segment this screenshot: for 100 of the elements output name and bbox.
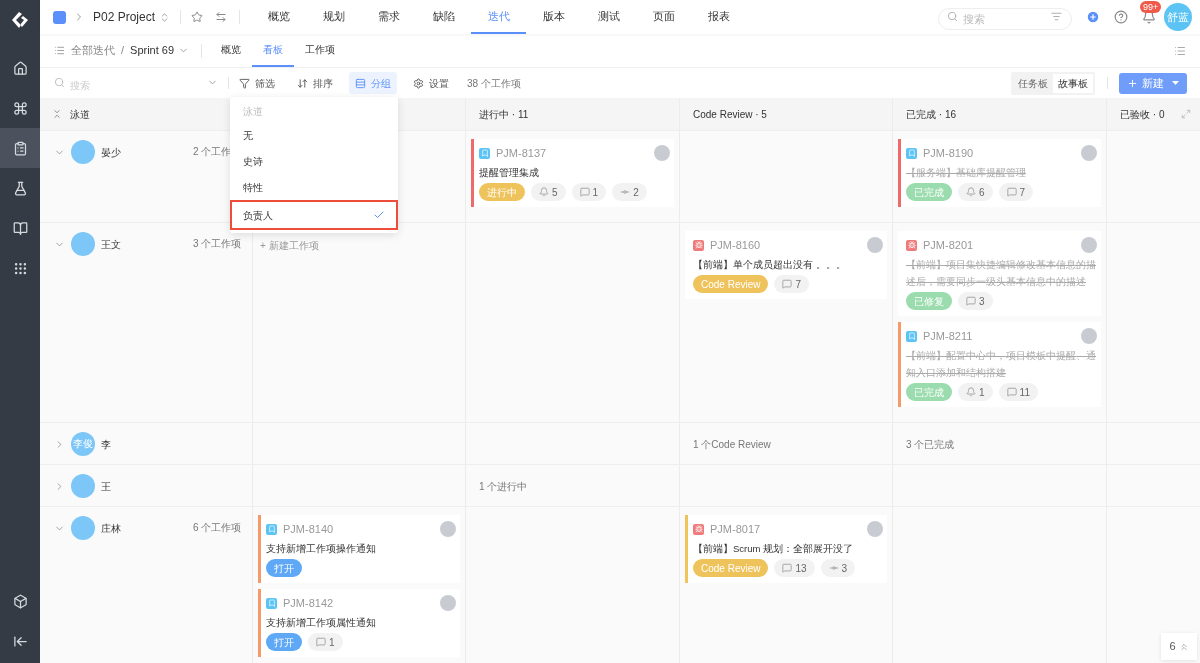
work-item-card[interactable]: PJM-8142 支持新增工作项属性通知 打开 1 [258,589,460,657]
bell-icon[interactable] [1142,10,1156,24]
comment-icon [1006,187,1017,197]
item-title[interactable]: 【前端】单个成员超出没有 。。。 [693,256,883,273]
stat-chip: 1 [571,183,607,201]
bookmark-icon [479,147,490,159]
assignee-avatar [440,595,456,611]
column-header: 进行中 · 11 [479,107,529,122]
menu-item[interactable]: 负责人 [230,200,398,230]
item-title[interactable]: 支持新增工作项属性通知 [266,614,456,631]
comment-icon [1006,387,1017,397]
lane-name: 王 [101,479,111,494]
nav-tab[interactable]: 需求 [361,0,417,34]
column-header: 已完成 · 16 [906,107,956,122]
assignee-avatar [1081,145,1097,161]
toolbar-button[interactable]: 排序 [291,72,339,94]
stat-chip: 11 [998,383,1038,401]
commit-icon [828,563,839,573]
stat-chip: 3 [958,292,993,310]
work-item-card[interactable]: PJM-8137 提醒管理集成 进行中 5 1 2 [471,139,674,207]
view-tab[interactable]: 概览 [210,34,253,67]
book-icon [12,220,28,236]
nav-tab[interactable]: 规划 [306,0,362,34]
menu-item[interactable]: 史诗 [230,148,398,174]
swap-icon[interactable] [215,11,228,23]
home-icon [12,60,28,76]
assignee-avatar [654,145,670,161]
stat-chip: 2 [612,183,647,201]
comment-icon [316,637,326,647]
stat-chip: 7 [774,275,810,293]
toolbar-button[interactable]: 筛选 [233,72,281,94]
command-icon [12,100,28,116]
work-item-card[interactable]: PJM-8140 支持新增工作项操作通知 打开 [258,515,460,583]
assignee-avatar [1081,237,1097,253]
work-item-card[interactable]: PJM-8017 【前端】Scrum 规划：全部展开没了 Code Review 13 3 [685,515,887,583]
assignee-avatar [867,237,883,253]
assignee-avatar [440,521,456,537]
filter-icon [239,77,250,89]
cube-icon [12,593,28,609]
lane-summary: 3 个已完成 [905,438,956,452]
comment-icon [782,563,793,573]
toolbar-button[interactable]: 设置 [407,72,455,94]
bug-icon [693,239,704,251]
bell-icon [966,187,976,197]
stat-chip: 3 [820,559,856,577]
lane-summary: 1 个Code Review [692,438,772,452]
column-header: 泳道 [70,107,90,122]
notification-badge: 99+ [1140,1,1162,13]
sprint-selector[interactable]: Sprint 69 [130,42,190,59]
collapse-all-icon[interactable] [52,109,62,119]
item-title[interactable]: 提醒管理集成 [479,164,670,181]
bookmark-icon [906,330,917,342]
breadcrumb-link[interactable]: 全部迭代 [71,42,115,59]
list-icon [54,45,65,56]
toggle-option[interactable]: 任务板 [1013,73,1053,93]
stat-chip: 6 [958,183,993,201]
assignee-avatar [867,521,883,537]
add-icon[interactable] [1086,10,1100,24]
search-icon [947,11,958,22]
nav-tab[interactable]: 测试 [581,0,637,34]
nav-tab[interactable]: 版本 [526,0,582,34]
nav-tab[interactable]: 概览 [251,0,307,34]
toggle-option[interactable]: 故事板 [1053,73,1093,93]
plus-icon [1127,77,1138,89]
star-icon[interactable] [191,11,204,23]
lane-avatar [71,232,95,256]
search-field[interactable]: 搜索 [938,8,1072,30]
help-icon[interactable] [1114,10,1128,24]
comment-icon [579,187,590,197]
stat-chip: 1 [308,633,343,651]
breadcrumb-separator: / [121,43,125,59]
commit-icon [620,187,631,197]
double-chevron-icon [1178,641,1189,652]
bell-icon [966,387,976,397]
item-title[interactable]: 【前端】Scrum 规划：全部展开没了 [693,540,883,557]
bookmark-icon [906,147,917,159]
bug-icon [693,523,704,535]
sidebar-item[interactable] [0,128,40,168]
project-selector[interactable]: P02 Project [93,8,171,26]
nav-tab[interactable]: 报表 [691,0,747,34]
view-tab[interactable]: 工作项 [294,34,347,67]
logo-icon[interactable] [10,10,30,30]
nav-tab[interactable]: 页面 [636,0,692,34]
filter-icon[interactable] [1051,11,1062,22]
flask-icon [12,180,28,196]
stat-chip: 5 [531,183,566,201]
menu-item[interactable]: 特性 [230,174,398,200]
stat-chip: 13 [774,559,815,577]
menu-item[interactable]: 无 [230,122,398,148]
group-icon [355,77,366,89]
lane-count: 2 个工作 [193,145,232,159]
lane-count: 6 个工作项 [193,521,242,535]
item-title[interactable]: 支持新增工作项操作通知 [266,540,456,557]
list-view-icon[interactable] [1174,44,1186,57]
nav-tab[interactable]: 缺陷 [416,0,472,34]
back-to-top-button[interactable]: 6 [1161,633,1197,660]
comment-icon [966,296,976,306]
work-item-card[interactable]: PJM-8160 【前端】单个成员超出没有 。。。 Code Review 7 [685,231,887,299]
lane-name: 李 [101,437,111,452]
item-count: 38 个工作项 [467,76,521,91]
